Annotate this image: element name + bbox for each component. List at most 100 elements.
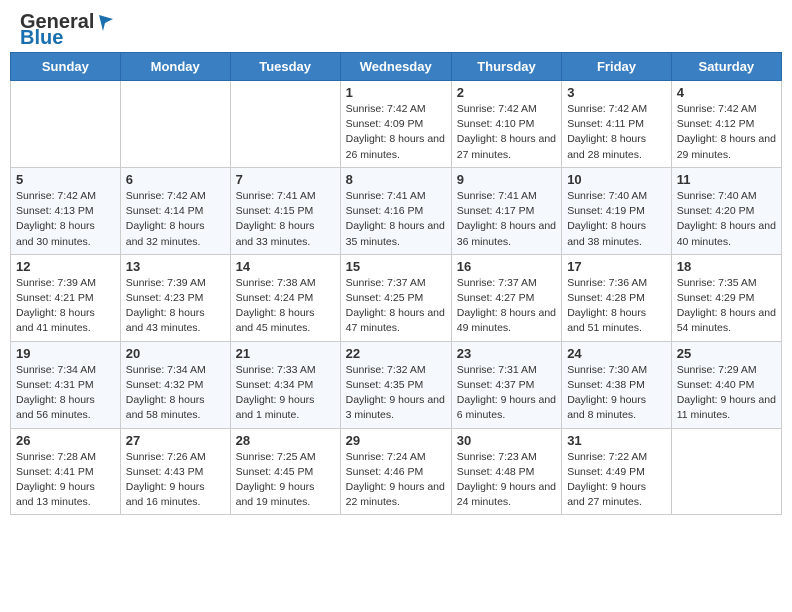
day-info: Sunrise: 7:37 AM Sunset: 4:25 PM Dayligh… bbox=[346, 276, 446, 337]
weekday-sunday: Sunday bbox=[11, 53, 121, 81]
calendar-body: 1 Sunrise: 7:42 AM Sunset: 4:09 PM Daylig… bbox=[11, 81, 782, 515]
weekday-wednesday: Wednesday bbox=[340, 53, 451, 81]
day-info: Sunrise: 7:34 AM Sunset: 4:31 PM Dayligh… bbox=[16, 363, 115, 424]
calendar-table: SundayMondayTuesdayWednesdayThursdayFrid… bbox=[10, 52, 782, 515]
day-info: Sunrise: 7:26 AM Sunset: 4:43 PM Dayligh… bbox=[126, 450, 225, 511]
day-number: 28 bbox=[236, 433, 335, 448]
day-cell: 19Sunrise: 7:34 AM Sunset: 4:31 PM Dayli… bbox=[11, 341, 121, 428]
day-cell: 1 Sunrise: 7:42 AM Sunset: 4:09 PM Daylig… bbox=[340, 81, 451, 168]
day-number: 9 bbox=[457, 172, 556, 187]
week-row-3: 12 Sunrise: 7:39 AM Sunset: 4:21 PM Dayli… bbox=[11, 254, 782, 341]
day-cell: 30 Sunrise: 7:23 AM Sunset: 4:48 PM Dayli… bbox=[451, 428, 561, 515]
day-cell: 24Sunrise: 7:30 AM Sunset: 4:38 PM Dayli… bbox=[562, 341, 672, 428]
day-number: 21 bbox=[236, 346, 335, 361]
day-cell: 14Sunrise: 7:38 AM Sunset: 4:24 PM Dayli… bbox=[230, 254, 340, 341]
day-cell: 31 Sunrise: 7:22 AM Sunset: 4:49 PM Dayli… bbox=[562, 428, 672, 515]
day-cell: 12 Sunrise: 7:39 AM Sunset: 4:21 PM Dayli… bbox=[11, 254, 121, 341]
day-info: Sunrise: 7:22 AM Sunset: 4:49 PM Dayligh… bbox=[567, 450, 666, 511]
day-number: 15 bbox=[346, 259, 446, 274]
day-info: Sunrise: 7:24 AM Sunset: 4:46 PM Dayligh… bbox=[346, 450, 446, 511]
day-info: Sunrise: 7:42 AM Sunset: 4:13 PM Dayligh… bbox=[16, 189, 115, 250]
weekday-tuesday: Tuesday bbox=[230, 53, 340, 81]
logo-bird-icon bbox=[95, 13, 113, 31]
day-cell bbox=[11, 81, 121, 168]
day-number: 27 bbox=[126, 433, 225, 448]
day-cell: 27 Sunrise: 7:26 AM Sunset: 4:43 PM Dayli… bbox=[120, 428, 230, 515]
day-cell bbox=[120, 81, 230, 168]
day-number: 13 bbox=[126, 259, 225, 274]
day-cell: 8 Sunrise: 7:41 AM Sunset: 4:16 PM Daylig… bbox=[340, 167, 451, 254]
logo: General Blue bbox=[20, 12, 113, 48]
day-info: Sunrise: 7:28 AM Sunset: 4:41 PM Dayligh… bbox=[16, 450, 115, 511]
day-info: Sunrise: 7:42 AM Sunset: 4:14 PM Dayligh… bbox=[126, 189, 225, 250]
day-number: 26 bbox=[16, 433, 115, 448]
day-number: 12 bbox=[16, 259, 115, 274]
day-info: Sunrise: 7:42 AM Sunset: 4:12 PM Dayligh… bbox=[677, 102, 776, 163]
day-cell: 16 Sunrise: 7:37 AM Sunset: 4:27 PM Dayli… bbox=[451, 254, 561, 341]
day-cell: 18 Sunrise: 7:35 AM Sunset: 4:29 PM Dayli… bbox=[671, 254, 781, 341]
day-info: Sunrise: 7:40 AM Sunset: 4:19 PM Dayligh… bbox=[567, 189, 666, 250]
day-cell: 23 Sunrise: 7:31 AM Sunset: 4:37 PM Dayli… bbox=[451, 341, 561, 428]
week-row-2: 5Sunrise: 7:42 AM Sunset: 4:13 PM Daylig… bbox=[11, 167, 782, 254]
day-cell bbox=[230, 81, 340, 168]
day-number: 30 bbox=[457, 433, 556, 448]
day-number: 22 bbox=[346, 346, 446, 361]
day-cell: 20Sunrise: 7:34 AM Sunset: 4:32 PM Dayli… bbox=[120, 341, 230, 428]
weekday-saturday: Saturday bbox=[671, 53, 781, 81]
day-number: 6 bbox=[126, 172, 225, 187]
weekday-monday: Monday bbox=[120, 53, 230, 81]
day-info: Sunrise: 7:37 AM Sunset: 4:27 PM Dayligh… bbox=[457, 276, 556, 337]
calendar-wrapper: SundayMondayTuesdayWednesdayThursdayFrid… bbox=[0, 52, 792, 525]
day-number: 7 bbox=[236, 172, 335, 187]
day-number: 18 bbox=[677, 259, 776, 274]
day-number: 25 bbox=[677, 346, 776, 361]
day-info: Sunrise: 7:25 AM Sunset: 4:45 PM Dayligh… bbox=[236, 450, 335, 511]
day-cell: 17Sunrise: 7:36 AM Sunset: 4:28 PM Dayli… bbox=[562, 254, 672, 341]
day-number: 11 bbox=[677, 172, 776, 187]
day-cell: 9 Sunrise: 7:41 AM Sunset: 4:17 PM Daylig… bbox=[451, 167, 561, 254]
day-info: Sunrise: 7:32 AM Sunset: 4:35 PM Dayligh… bbox=[346, 363, 446, 424]
day-cell: 5Sunrise: 7:42 AM Sunset: 4:13 PM Daylig… bbox=[11, 167, 121, 254]
day-info: Sunrise: 7:31 AM Sunset: 4:37 PM Dayligh… bbox=[457, 363, 556, 424]
day-number: 10 bbox=[567, 172, 666, 187]
day-number: 31 bbox=[567, 433, 666, 448]
day-cell: 25 Sunrise: 7:29 AM Sunset: 4:40 PM Dayli… bbox=[671, 341, 781, 428]
day-info: Sunrise: 7:41 AM Sunset: 4:16 PM Dayligh… bbox=[346, 189, 446, 250]
day-number: 3 bbox=[567, 85, 666, 100]
day-info: Sunrise: 7:23 AM Sunset: 4:48 PM Dayligh… bbox=[457, 450, 556, 511]
day-info: Sunrise: 7:41 AM Sunset: 4:15 PM Dayligh… bbox=[236, 189, 335, 250]
day-info: Sunrise: 7:41 AM Sunset: 4:17 PM Dayligh… bbox=[457, 189, 556, 250]
day-cell: 6 Sunrise: 7:42 AM Sunset: 4:14 PM Daylig… bbox=[120, 167, 230, 254]
day-number: 20 bbox=[126, 346, 225, 361]
day-cell: 7 Sunrise: 7:41 AM Sunset: 4:15 PM Daylig… bbox=[230, 167, 340, 254]
week-row-1: 1 Sunrise: 7:42 AM Sunset: 4:09 PM Daylig… bbox=[11, 81, 782, 168]
day-info: Sunrise: 7:42 AM Sunset: 4:11 PM Dayligh… bbox=[567, 102, 666, 163]
day-info: Sunrise: 7:39 AM Sunset: 4:23 PM Dayligh… bbox=[126, 276, 225, 337]
day-info: Sunrise: 7:38 AM Sunset: 4:24 PM Dayligh… bbox=[236, 276, 335, 337]
weekday-header-row: SundayMondayTuesdayWednesdayThursdayFrid… bbox=[11, 53, 782, 81]
day-cell bbox=[671, 428, 781, 515]
day-info: Sunrise: 7:42 AM Sunset: 4:09 PM Dayligh… bbox=[346, 102, 446, 163]
header: General Blue bbox=[0, 0, 792, 52]
day-number: 24 bbox=[567, 346, 666, 361]
day-number: 29 bbox=[346, 433, 446, 448]
day-info: Sunrise: 7:29 AM Sunset: 4:40 PM Dayligh… bbox=[677, 363, 776, 424]
day-info: Sunrise: 7:33 AM Sunset: 4:34 PM Dayligh… bbox=[236, 363, 335, 424]
day-info: Sunrise: 7:39 AM Sunset: 4:21 PM Dayligh… bbox=[16, 276, 115, 337]
day-number: 23 bbox=[457, 346, 556, 361]
day-cell: 28 Sunrise: 7:25 AM Sunset: 4:45 PM Dayli… bbox=[230, 428, 340, 515]
day-cell: 29 Sunrise: 7:24 AM Sunset: 4:46 PM Dayli… bbox=[340, 428, 451, 515]
day-cell: 21 Sunrise: 7:33 AM Sunset: 4:34 PM Dayli… bbox=[230, 341, 340, 428]
day-number: 8 bbox=[346, 172, 446, 187]
weekday-friday: Friday bbox=[562, 53, 672, 81]
week-row-4: 19Sunrise: 7:34 AM Sunset: 4:31 PM Dayli… bbox=[11, 341, 782, 428]
day-number: 17 bbox=[567, 259, 666, 274]
day-number: 1 bbox=[346, 85, 446, 100]
day-cell: 2Sunrise: 7:42 AM Sunset: 4:10 PM Daylig… bbox=[451, 81, 561, 168]
day-info: Sunrise: 7:35 AM Sunset: 4:29 PM Dayligh… bbox=[677, 276, 776, 337]
day-cell: 4Sunrise: 7:42 AM Sunset: 4:12 PM Daylig… bbox=[671, 81, 781, 168]
day-number: 16 bbox=[457, 259, 556, 274]
day-info: Sunrise: 7:42 AM Sunset: 4:10 PM Dayligh… bbox=[457, 102, 556, 163]
day-info: Sunrise: 7:40 AM Sunset: 4:20 PM Dayligh… bbox=[677, 189, 776, 250]
day-cell: 22 Sunrise: 7:32 AM Sunset: 4:35 PM Dayli… bbox=[340, 341, 451, 428]
